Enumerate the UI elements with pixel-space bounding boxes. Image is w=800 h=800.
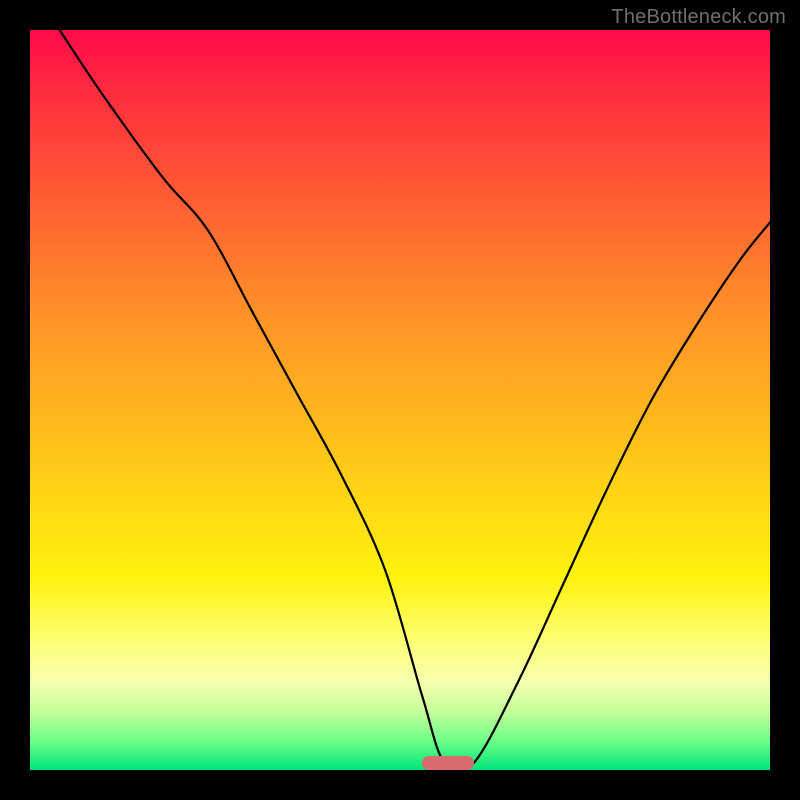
watermark-text: TheBottleneck.com	[611, 6, 786, 29]
plot-area	[30, 30, 770, 770]
stage: TheBottleneck.com	[0, 0, 800, 800]
optimum-marker	[422, 756, 474, 770]
bottleneck-curve	[30, 30, 770, 770]
curve-path	[60, 30, 770, 770]
